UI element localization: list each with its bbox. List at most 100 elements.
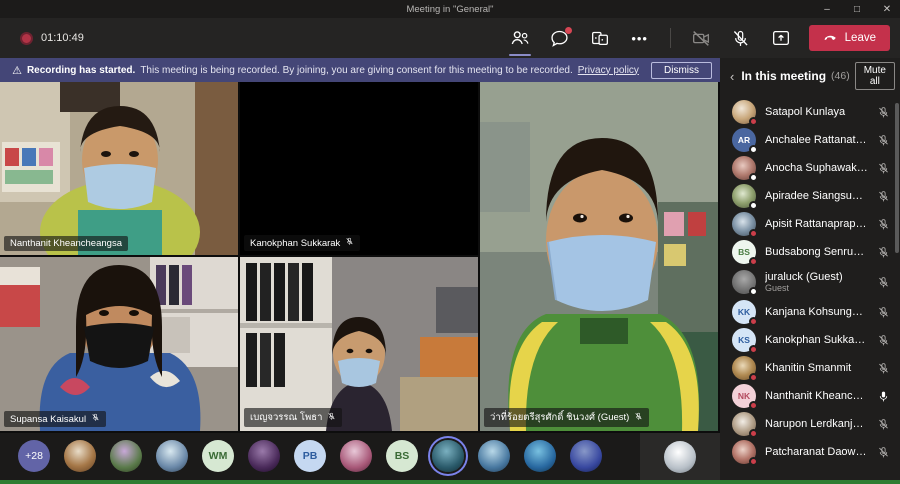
minimize-icon[interactable]: – (820, 4, 834, 15)
video-tile[interactable]: ว่าที่ร้อยตรีสุรศักดิ์ ชินวงศ์ (Guest) (480, 82, 718, 431)
presence-badge (749, 457, 758, 466)
banner-message: ⚠ Recording has started. This meeting is… (0, 64, 651, 77)
tile-name-label: Kanokphan Sukkarak (244, 235, 360, 251)
sidebar-scrollbar[interactable] (895, 103, 899, 253)
strip-avatar[interactable]: PB (294, 440, 326, 472)
strip-avatar[interactable] (432, 440, 464, 472)
strip-avatar[interactable] (248, 440, 280, 472)
bottom-participant-strip: +28 WM PB BS (0, 433, 720, 480)
participant-name: Budsabong Senrungsee (765, 246, 868, 258)
strip-avatar[interactable] (64, 440, 96, 472)
participant-count: (46) (831, 70, 850, 82)
presence-badge (749, 201, 758, 210)
participant-row[interactable]: Patcharanat Daowadung (720, 438, 900, 466)
participant-row[interactable]: juraluck (Guest) Guest (720, 266, 900, 298)
presence-badge (749, 173, 758, 182)
participant-avatar-wrap (732, 356, 756, 380)
camera-off-icon (690, 27, 712, 49)
recording-timer: 01:10:49 (20, 32, 84, 45)
participant-row[interactable]: BS Budsabong Senrungsee (720, 238, 900, 266)
mic-off-icon (877, 306, 890, 319)
participant-row[interactable]: Satapol Kunlaya (720, 98, 900, 126)
maximize-icon[interactable]: □ (850, 4, 864, 15)
participants-button[interactable] (508, 26, 532, 50)
participant-avatar-wrap (732, 212, 756, 236)
participant-avatar-wrap (732, 156, 756, 180)
mic-off-icon (877, 106, 890, 119)
participant-avatar-wrap: KK (732, 300, 756, 324)
share-button[interactable] (769, 26, 793, 50)
participant-name: Apisit Rattanaprapanan (765, 218, 868, 230)
video-frame (480, 82, 718, 431)
presence-badge (749, 229, 758, 238)
back-chevron-icon[interactable]: ‹ (728, 69, 736, 84)
leave-button[interactable]: Leave (809, 25, 890, 51)
presence-badge (749, 373, 758, 382)
presence-badge (749, 401, 758, 410)
participant-name-wrap: Satapol Kunlaya (765, 106, 868, 118)
self-video-panel[interactable] (640, 433, 720, 480)
tile-mic-off-icon (345, 237, 354, 249)
tile-name-text: Supansa Kaisakul (10, 414, 86, 425)
participant-row[interactable]: NK Nanthanit Kheancheangsa (720, 382, 900, 410)
banner-bold-text: Recording has started. (27, 65, 135, 76)
participant-row[interactable]: KS Kanokphan Sukkarak (720, 326, 900, 354)
mic-on-icon (877, 390, 890, 403)
dismiss-button[interactable]: Dismiss (651, 62, 712, 79)
participant-row[interactable]: Khanitin Smanmit (720, 354, 900, 382)
mute-all-button[interactable]: Mute all (855, 62, 895, 90)
video-tile[interactable]: เบญจวรรณ โพธา (240, 257, 478, 431)
presence-badge (749, 429, 758, 438)
recording-banner: ⚠ Recording has started. This meeting is… (0, 58, 720, 82)
close-icon[interactable]: ✕ (880, 4, 894, 15)
mic-toggle-button[interactable] (729, 26, 753, 50)
mic-off-icon (877, 246, 890, 259)
breakout-rooms-button[interactable] (588, 26, 612, 50)
participant-row[interactable]: Anocha Suphawakun (720, 154, 900, 182)
chat-button[interactable] (548, 26, 572, 50)
strip-avatar[interactable] (570, 440, 602, 472)
video-tile[interactable]: Nanthanit Kheancheangsa (0, 82, 238, 255)
timer-text: 01:10:49 (41, 32, 84, 44)
video-grid: Nanthanit Kheancheangsa Kanokphan Sukkar… (0, 82, 720, 433)
banner-body-text: This meeting is being recorded. By joini… (140, 65, 572, 76)
strip-avatar[interactable] (340, 440, 372, 472)
participant-name: juraluck (Guest) (765, 271, 868, 283)
meeting-toolbar: 01:10:49 ••• (0, 18, 900, 58)
participant-name: Narupon Lerdkanjanaporn (765, 418, 868, 430)
tile-mic-off-icon (634, 412, 643, 424)
participant-name: Anocha Suphawakun (765, 162, 868, 174)
share-screen-icon (770, 27, 792, 49)
participants-sidebar: ‹ In this meeting (46) Mute all ✕ Satapo… (720, 58, 900, 480)
participant-avatar-wrap (732, 100, 756, 124)
camera-toggle-button[interactable] (689, 26, 713, 50)
participant-avatar-wrap (732, 412, 756, 436)
strip-avatar[interactable] (110, 440, 142, 472)
window-controls: – □ ✕ (820, 0, 894, 18)
leave-label: Leave (845, 32, 876, 44)
overflow-count-badge[interactable]: +28 (18, 440, 50, 472)
toolbar-divider (670, 28, 671, 48)
participant-row[interactable]: Apisit Rattanaprapanan (720, 210, 900, 238)
strip-avatar[interactable]: WM (202, 440, 234, 472)
video-tile[interactable]: Supansa Kaisakul (0, 257, 238, 431)
tile-name-label: เบญจวรรณ โพธา (244, 408, 342, 427)
mic-off-icon (877, 276, 890, 289)
participant-row[interactable]: KK Kanjana Kohsungnoen (720, 298, 900, 326)
strip-avatar[interactable]: BS (386, 440, 418, 472)
mic-off-icon (877, 218, 890, 231)
participant-row[interactable]: Narupon Lerdkanjanaporn (720, 410, 900, 438)
strip-avatar[interactable] (478, 440, 510, 472)
participant-avatar-wrap (732, 440, 756, 464)
participant-name-wrap: Nanthanit Kheancheangsa (765, 390, 868, 402)
video-tile-camera-off[interactable]: Kanokphan Sukkarak (240, 82, 478, 255)
strip-avatar[interactable] (156, 440, 188, 472)
strip-avatar[interactable] (524, 440, 556, 472)
participant-row[interactable]: AR Anchalee Rattanatham (720, 126, 900, 154)
more-options-button[interactable]: ••• (628, 26, 652, 50)
participant-name: Khanitin Smanmit (765, 362, 868, 374)
sidebar-header: ‹ In this meeting (46) Mute all ✕ (720, 58, 900, 94)
participant-row[interactable]: Apiradee Siangsuepchart (720, 182, 900, 210)
privacy-policy-link[interactable]: Privacy policy (578, 65, 639, 76)
mic-off-icon (877, 134, 890, 147)
